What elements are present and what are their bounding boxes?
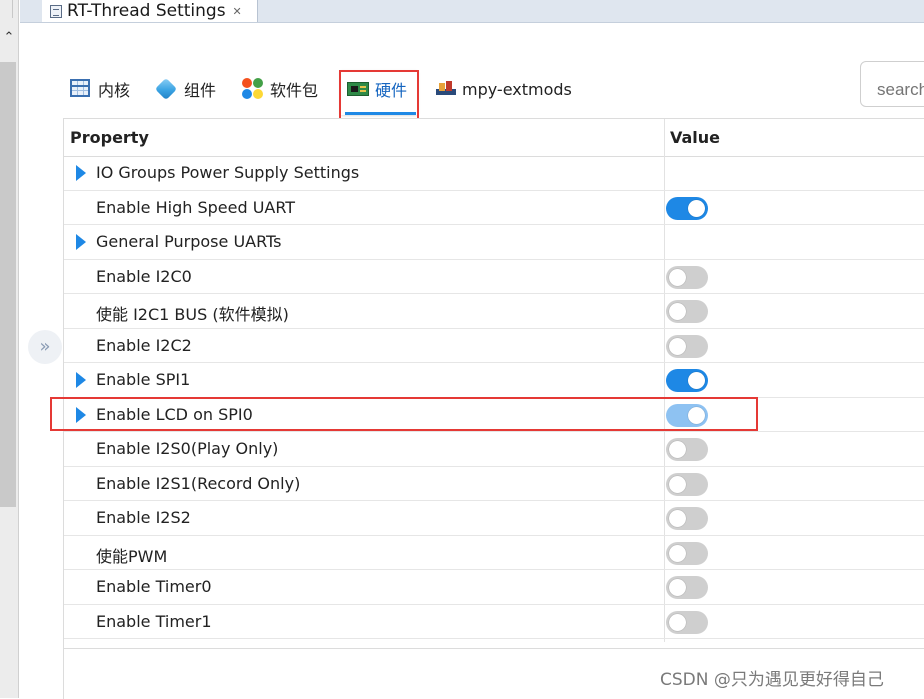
property-label: Enable I2C0	[96, 266, 192, 286]
table-row[interactable]: Enable I2C0	[64, 260, 924, 294]
toggle-switch[interactable]	[666, 334, 708, 358]
toggle-knob	[688, 199, 705, 217]
tab-component-label: 组件	[184, 81, 217, 100]
property-label: Enable SPI1	[96, 370, 191, 389]
property-label: Enable Timer0	[96, 577, 212, 596]
toggle-knob	[669, 544, 686, 562]
property-column-header[interactable]: Property	[70, 128, 149, 147]
toggle-switch[interactable]	[666, 265, 708, 289]
toggle-knob	[669, 268, 686, 286]
property-label: 使能PWM	[96, 546, 168, 566]
toggle-switch[interactable]	[666, 196, 708, 220]
table-row[interactable]: Enable Timer1	[64, 605, 924, 639]
component-icon	[154, 77, 178, 101]
package-icon	[242, 78, 264, 100]
toggle-switch[interactable]	[666, 438, 708, 461]
tab-mpy-extmods-label: mpy-extmods	[462, 79, 572, 99]
tab-packages[interactable]: 软件包	[242, 72, 318, 106]
table-row[interactable]: 使能 I2C1 BUS (软件模拟)	[64, 294, 924, 329]
tab-kernel-label: 内核	[98, 81, 131, 100]
toggle-knob	[669, 441, 686, 458]
property-label: Enable High Speed UART	[96, 197, 296, 217]
editor-tabstrip: RT-Thread Settings ✕	[20, 0, 924, 23]
table-row[interactable]: Enable I2S0(Play Only)	[64, 432, 924, 467]
vertical-scrollbar[interactable]	[0, 62, 16, 507]
toggle-switch[interactable]	[666, 576, 708, 599]
value-column-header[interactable]: Value	[670, 128, 720, 147]
editor-tab-title: RT-Thread Settings	[67, 1, 226, 21]
kernel-icon	[70, 79, 92, 99]
tab-component[interactable]: 组件	[154, 72, 217, 106]
tab-kernel[interactable]: 内核	[70, 72, 130, 106]
property-label: Enable Timer1	[96, 611, 212, 631]
toggle-switch[interactable]	[666, 369, 708, 392]
scroll-up-icon[interactable]: ⌃	[0, 30, 18, 48]
expand-arrow-icon[interactable]	[76, 234, 86, 250]
table-row[interactable]: Enable High Speed UART	[64, 191, 924, 225]
table-row[interactable]: IO Groups Power Supply Settings	[64, 156, 924, 191]
search-input[interactable]	[860, 61, 924, 107]
table-row[interactable]: Enable I2S2	[64, 501, 924, 536]
property-label: Enable I2C2	[96, 335, 192, 355]
toggle-knob	[669, 303, 686, 320]
editor-tab-rt-thread-settings[interactable]: RT-Thread Settings ✕	[42, 0, 258, 22]
gutter-tick	[0, 0, 13, 18]
property-label: Enable I2S2	[96, 508, 191, 527]
mpy-extmods-icon	[436, 81, 456, 97]
toggle-knob	[669, 510, 686, 527]
watermark: CSDN @只为遇见更好得自己	[660, 670, 884, 690]
tab-packages-label: 软件包	[270, 81, 319, 100]
property-label: Enable I2S0(Play Only)	[96, 439, 279, 458]
toggle-switch[interactable]	[666, 300, 708, 323]
property-label: General Purpose UARTs	[96, 232, 282, 251]
table-row[interactable]: Enable SPI1	[64, 363, 924, 398]
toggle-switch[interactable]	[666, 507, 708, 530]
close-icon[interactable]: ✕	[233, 5, 242, 18]
property-label: 使能 I2C1 BUS (软件模拟)	[96, 305, 289, 324]
property-label: IO Groups Power Supply Settings	[96, 163, 360, 182]
toggle-knob	[669, 475, 686, 493]
table-row[interactable]: Enable Timer0	[64, 570, 924, 605]
hardware-tab-highlight-box	[339, 70, 419, 120]
table-footer-line	[64, 642, 924, 649]
toggle-switch[interactable]	[666, 541, 708, 565]
lcd-row-highlight-box	[50, 397, 758, 431]
table-row[interactable]: Enable I2S1(Record Only)	[64, 467, 924, 501]
settings-file-icon	[50, 4, 62, 18]
toggle-switch[interactable]	[666, 610, 708, 634]
property-label: Enable I2S1(Record Only)	[96, 473, 301, 493]
toggle-knob	[669, 337, 686, 355]
toggle-switch[interactable]	[666, 472, 708, 496]
table-row[interactable]: Enable I2C2	[64, 329, 924, 363]
toggle-knob	[669, 613, 686, 631]
tab-mpy-extmods[interactable]: mpy-extmods	[436, 72, 572, 106]
table-row[interactable]: General Purpose UARTs	[64, 225, 924, 260]
table-row[interactable]: 使能PWM	[64, 536, 924, 570]
toggle-knob	[688, 372, 705, 389]
toggle-knob	[669, 579, 686, 596]
left-gutter: ⌃	[0, 0, 19, 698]
collapse-panel-icon[interactable]: »	[28, 330, 62, 364]
table-header: Property Value	[64, 119, 924, 157]
expand-arrow-icon[interactable]	[76, 372, 86, 388]
expand-arrow-icon[interactable]	[76, 165, 86, 181]
